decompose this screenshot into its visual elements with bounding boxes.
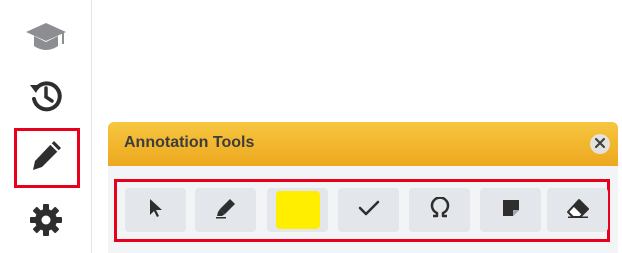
highlighter-tool-button[interactable] bbox=[195, 188, 256, 232]
sidebar-item-education[interactable] bbox=[14, 10, 78, 66]
eraser-tool-button[interactable] bbox=[547, 188, 608, 232]
color-picker-button[interactable] bbox=[267, 188, 328, 232]
history-icon bbox=[27, 77, 65, 115]
sidebar-item-history[interactable] bbox=[14, 68, 78, 124]
pen-icon bbox=[28, 138, 64, 174]
panel-title: Annotation Tools bbox=[124, 134, 255, 151]
gear-icon bbox=[28, 202, 64, 238]
annotation-tools-panel: Annotation Tools bbox=[108, 122, 618, 253]
sidebar-divider bbox=[91, 0, 92, 253]
sidebar-item-annotate[interactable] bbox=[14, 128, 78, 184]
sidebar-item-settings[interactable] bbox=[14, 192, 78, 248]
left-sidebar bbox=[0, 0, 92, 253]
checkmark-tool-button[interactable] bbox=[338, 188, 399, 232]
highlighter-icon bbox=[215, 197, 237, 224]
close-button[interactable] bbox=[590, 134, 610, 154]
checkmark-icon bbox=[358, 200, 380, 221]
symbols-tool-button[interactable] bbox=[409, 188, 470, 232]
omega-icon bbox=[429, 195, 451, 224]
sticky-note-icon bbox=[501, 198, 521, 223]
color-swatch bbox=[275, 191, 320, 229]
close-icon bbox=[595, 135, 605, 153]
note-tool-button[interactable] bbox=[480, 188, 541, 232]
select-tool-button[interactable] bbox=[125, 188, 186, 232]
panel-header: Annotation Tools bbox=[108, 122, 618, 166]
eraser-icon bbox=[566, 198, 590, 223]
tools-toolbar bbox=[114, 179, 610, 242]
graduation-cap-icon bbox=[25, 21, 67, 55]
pointer-icon bbox=[148, 198, 164, 223]
